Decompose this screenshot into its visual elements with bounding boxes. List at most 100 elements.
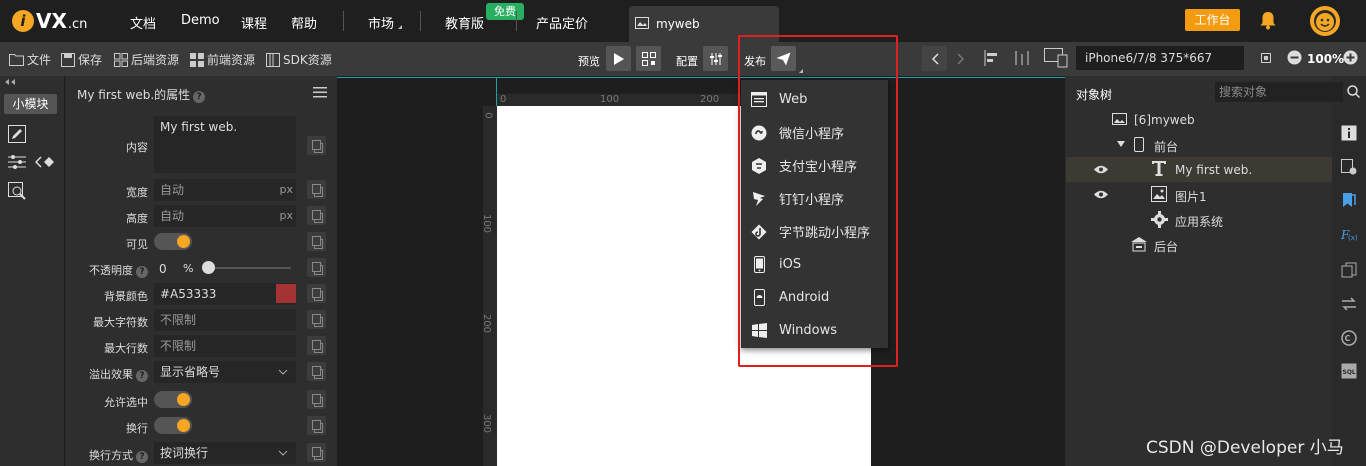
- ruler-tick-label: 300: [481, 413, 493, 434]
- copy-icon[interactable]: [307, 284, 326, 303]
- redo-button[interactable]: [948, 46, 973, 71]
- tree-row[interactable]: [6]myweb: [1066, 107, 1332, 132]
- height-input[interactable]: 自动 px: [154, 205, 296, 227]
- nav-docs[interactable]: 文档: [130, 13, 156, 32]
- api-icon[interactable]: C: [1341, 330, 1357, 346]
- user-avatar[interactable]: [1310, 6, 1340, 36]
- preview-qrcode-button[interactable]: [636, 46, 661, 71]
- file-menu[interactable]: 文件: [9, 51, 51, 68]
- save-button[interactable]: 保存: [61, 51, 102, 68]
- save-icon: [61, 52, 75, 67]
- help-icon[interactable]: ?: [136, 370, 148, 382]
- caret-down-icon[interactable]: [1117, 141, 1125, 147]
- copy-icon[interactable]: [307, 136, 326, 155]
- visible-toggle[interactable]: [154, 233, 192, 250]
- copy-icon[interactable]: [307, 232, 326, 251]
- config-button[interactable]: [703, 46, 728, 71]
- eye-icon[interactable]: [1094, 165, 1108, 174]
- bg-color-input[interactable]: #A53333: [154, 283, 296, 305]
- max-lines-input[interactable]: 不限制: [154, 335, 296, 357]
- help-icon[interactable]: ?: [136, 451, 148, 463]
- tree-row[interactable]: 后台: [1066, 232, 1332, 257]
- nav-courses[interactable]: 课程: [241, 13, 267, 32]
- opacity-slider-track[interactable]: [205, 267, 291, 269]
- preview-play-button[interactable]: [606, 46, 631, 71]
- opacity-value[interactable]: 0: [159, 262, 167, 276]
- wrap-toggle[interactable]: [154, 417, 192, 434]
- ivx-logo[interactable]: i VX .cn: [12, 8, 87, 34]
- nav-education[interactable]: 教育版: [445, 13, 484, 32]
- menu-icon[interactable]: [313, 87, 327, 98]
- browser-icon: [635, 17, 649, 29]
- zoom-out-icon[interactable]: [1287, 50, 1302, 65]
- copy-icon[interactable]: [307, 258, 326, 277]
- max-chars-input[interactable]: 不限制: [154, 309, 296, 331]
- bell-icon[interactable]: [1259, 11, 1277, 30]
- component-settings-icon[interactable]: [1341, 159, 1357, 175]
- width-input[interactable]: 自动 px: [154, 179, 296, 201]
- eye-icon[interactable]: [1094, 190, 1108, 199]
- edit-icon[interactable]: [8, 125, 26, 143]
- nav-help[interactable]: 帮助: [291, 13, 317, 32]
- backend-label: 后端资源: [131, 53, 180, 67]
- frontend-resources[interactable]: 前端资源: [190, 51, 255, 68]
- copy-icon[interactable]: [307, 180, 326, 199]
- device-select[interactable]: iPhone6/7/8 375*667: [1076, 46, 1244, 70]
- tree-row[interactable]: 图片1: [1066, 182, 1332, 207]
- inspect-icon[interactable]: [8, 182, 26, 200]
- copy-icon[interactable]: [307, 390, 326, 409]
- csdn-watermark: CSDN @Developer 小马: [1146, 438, 1344, 458]
- tree-row[interactable]: 前台: [1066, 132, 1332, 157]
- logo-text: VX: [36, 9, 67, 33]
- swap-icon[interactable]: [1341, 296, 1357, 312]
- tree-search-input[interactable]: 搜索对象: [1215, 82, 1343, 102]
- zoom-in-icon[interactable]: [1343, 50, 1358, 65]
- copy-icon[interactable]: [307, 336, 326, 355]
- help-icon[interactable]: ?: [136, 266, 148, 278]
- copy-icon[interactable]: [307, 362, 326, 381]
- chevron-right-icon: [956, 52, 964, 65]
- backend-resources[interactable]: 后端资源: [114, 51, 179, 68]
- fit-screen-icon[interactable]: [1259, 51, 1273, 65]
- wrap-mode-select[interactable]: 按词换行: [154, 442, 296, 464]
- selectable-toggle[interactable]: [154, 391, 192, 408]
- device-switch-icon[interactable]: [1044, 48, 1068, 68]
- tree-row-selected[interactable]: My first web.: [1066, 157, 1332, 182]
- copy-layer-icon[interactable]: [1341, 262, 1357, 278]
- copy-icon[interactable]: [307, 206, 326, 225]
- bookmark-icon[interactable]: [1341, 192, 1357, 208]
- content-label: 内容: [126, 141, 148, 154]
- undo-button[interactable]: [922, 46, 947, 71]
- help-icon[interactable]: ?: [193, 91, 206, 103]
- info-icon[interactable]: [1341, 125, 1357, 141]
- project-tab-label: myweb: [656, 17, 700, 31]
- nav-pricing[interactable]: 产品定价: [536, 13, 588, 32]
- toggle-knob: [177, 235, 190, 248]
- copy-icon[interactable]: [307, 443, 326, 462]
- workbench-button[interactable]: 工作台: [1185, 9, 1240, 31]
- search-icon[interactable]: [1347, 85, 1360, 98]
- opacity-slider-handle[interactable]: [202, 261, 215, 274]
- nav-demo[interactable]: Demo: [181, 13, 220, 28]
- chevron-down-icon: [278, 450, 288, 456]
- animation-icon[interactable]: [35, 156, 55, 168]
- overflow-select[interactable]: 显示省略号: [154, 361, 296, 383]
- function-icon[interactable]: F(x): [1341, 227, 1357, 243]
- content-textarea[interactable]: My first web.: [154, 116, 296, 173]
- overflow-label-text: 溢出效果: [89, 368, 133, 381]
- sdk-resources[interactable]: SDK资源: [266, 51, 332, 68]
- height-unit: px: [279, 209, 294, 222]
- bg-color-swatch[interactable]: [276, 284, 296, 303]
- module-button[interactable]: 小模块: [4, 94, 57, 114]
- settings-sliders-icon[interactable]: [8, 154, 26, 170]
- align-left-icon[interactable]: [984, 50, 1000, 66]
- copy-icon[interactable]: [307, 310, 326, 329]
- collapse-icon[interactable]: [4, 79, 16, 85]
- nav-market[interactable]: 市场: [368, 13, 394, 32]
- distribute-icon[interactable]: [1014, 50, 1030, 66]
- sql-icon[interactable]: SQL: [1341, 363, 1357, 379]
- tree-row[interactable]: 应用系统: [1066, 207, 1332, 232]
- sliders-icon: [709, 52, 722, 65]
- market-caret-icon: [398, 25, 402, 29]
- copy-icon[interactable]: [307, 416, 326, 435]
